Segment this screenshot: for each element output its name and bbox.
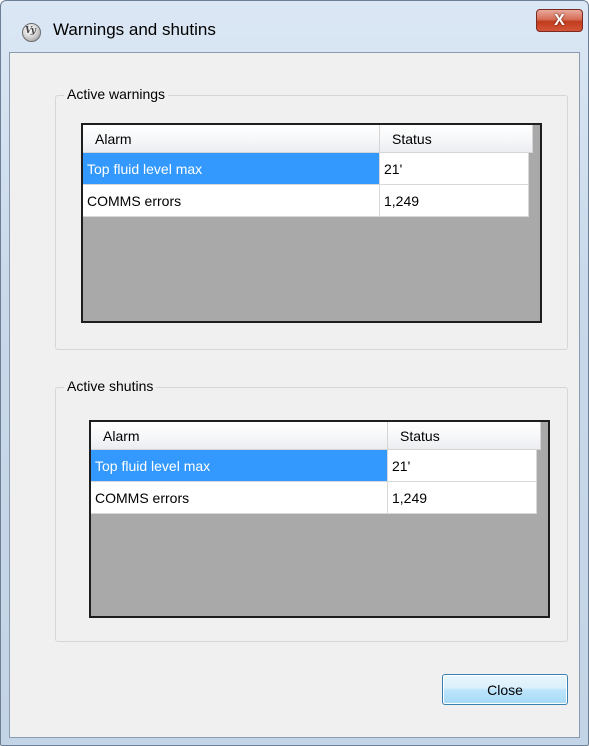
window-close-button[interactable]: X: [536, 9, 583, 32]
active-shutins-grid[interactable]: Alarm Status Top fluid level max 21' COM…: [89, 420, 550, 618]
table-row[interactable]: COMMS errors 1,249: [91, 482, 537, 514]
table-row[interactable]: COMMS errors 1,249: [83, 185, 529, 217]
close-button[interactable]: Close: [442, 674, 568, 705]
table-row[interactable]: Top fluid level max 21': [91, 450, 537, 482]
title-bar[interactable]: Warnings and shutins X: [1, 1, 588, 51]
column-header-status[interactable]: Status: [380, 125, 533, 153]
app-logo-icon: [22, 23, 41, 42]
column-header-status[interactable]: Status: [388, 422, 541, 450]
alarm-cell[interactable]: Top fluid level max: [83, 153, 380, 185]
status-cell[interactable]: 1,249: [388, 482, 537, 514]
active-shutins-group: Active shutins Alarm Status Top fluid le…: [55, 378, 568, 642]
status-cell[interactable]: 1,249: [380, 185, 529, 217]
active-warnings-group: Active warnings Alarm Status Top fluid l…: [55, 86, 568, 350]
warnings-grid-header: Alarm Status: [83, 125, 533, 153]
alarm-cell[interactable]: Top fluid level max: [91, 450, 388, 482]
active-warnings-title: Active warnings: [64, 86, 169, 102]
status-cell[interactable]: 21': [380, 153, 529, 185]
close-icon: X: [554, 11, 565, 29]
column-header-alarm[interactable]: Alarm: [83, 125, 380, 153]
active-shutins-title: Active shutins: [64, 378, 157, 394]
dialog-window: Warnings and shutins X Active warnings A…: [0, 0, 589, 746]
window-title: Warnings and shutins: [53, 20, 216, 39]
active-warnings-grid[interactable]: Alarm Status Top fluid level max 21' COM…: [81, 123, 542, 323]
alarm-cell[interactable]: COMMS errors: [83, 185, 380, 217]
table-row[interactable]: Top fluid level max 21': [83, 153, 529, 185]
status-cell[interactable]: 21': [388, 450, 537, 482]
column-header-alarm[interactable]: Alarm: [91, 422, 388, 450]
shutins-grid-header: Alarm Status: [91, 422, 541, 450]
alarm-cell[interactable]: COMMS errors: [91, 482, 388, 514]
dialog-client-area: Active warnings Alarm Status Top fluid l…: [9, 52, 580, 738]
